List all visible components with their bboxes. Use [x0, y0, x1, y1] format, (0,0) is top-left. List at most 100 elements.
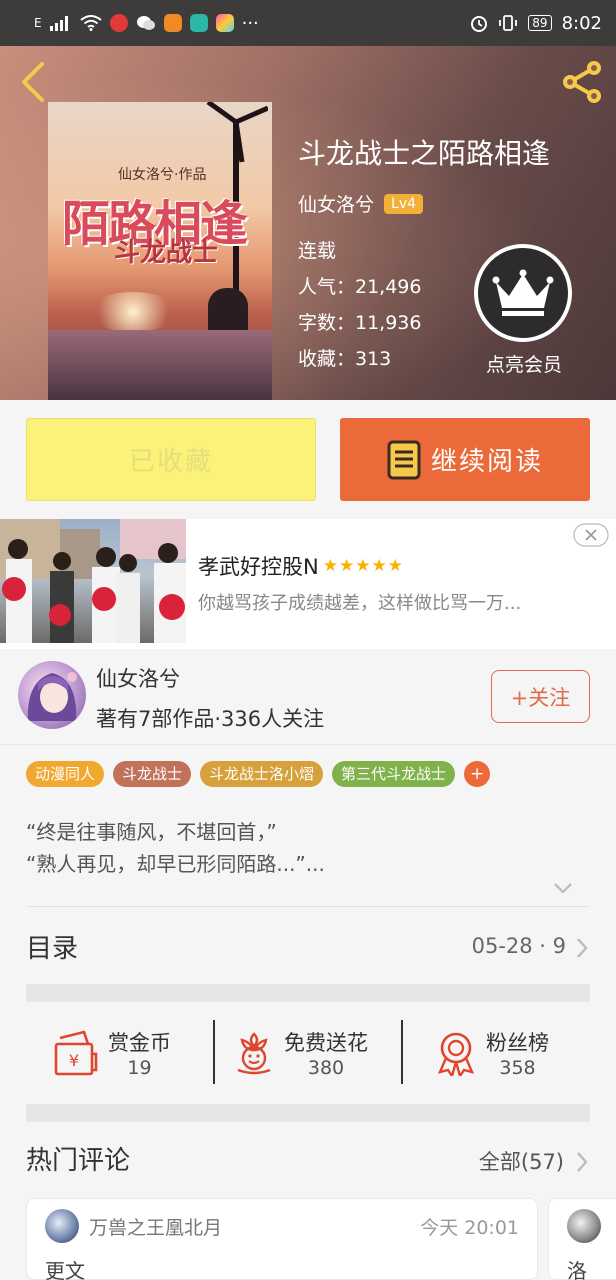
- tag-chip[interactable]: 动漫同人: [26, 761, 105, 787]
- chevron-down-icon: [554, 883, 572, 894]
- ad-image[interactable]: [0, 519, 186, 643]
- tag-list: 动漫同人 斗龙战士 斗龙战士洛小熠 第三代斗龙战士 +: [26, 761, 491, 787]
- book-popularity: 人气：21,496: [298, 276, 422, 298]
- coin-envelope-icon: ¥: [54, 1030, 98, 1076]
- reward-label: 免费送花: [284, 1031, 368, 1055]
- status-bar-right: 89 8:02: [470, 13, 602, 34]
- tag-chip[interactable]: 斗龙战士洛小熠: [200, 761, 324, 787]
- author-card-name[interactable]: 仙女洛兮: [96, 663, 180, 693]
- reward-fans-button[interactable]: 粉丝榜 358: [434, 1006, 590, 1100]
- intro-line: “终是往事随风，不堪回首，”: [26, 820, 277, 844]
- intro-line: “熟人再见，却早已形同陌路...”...: [26, 852, 325, 876]
- status-bar-left: E ···: [34, 13, 470, 34]
- svg-text:¥: ¥: [69, 1051, 79, 1070]
- comment-text: 洛: [567, 1259, 587, 1280]
- toc-title: 目录: [26, 934, 79, 964]
- vip-label[interactable]: 点亮会员: [468, 350, 580, 377]
- author-card-stats: 著有7部作品·336人关注: [96, 707, 325, 731]
- close-icon: [573, 523, 609, 547]
- comment-avatar[interactable]: [45, 1209, 79, 1243]
- cover-water: [48, 330, 272, 400]
- continue-reading-label: 继续阅读: [430, 447, 543, 477]
- ad-rating-stars: ★★★★★: [322, 556, 404, 576]
- vip-button[interactable]: [474, 244, 572, 342]
- share-button[interactable]: [558, 58, 606, 106]
- ad-photo-illustration: [0, 519, 186, 643]
- more-notifications: ···: [241, 12, 259, 34]
- ad-banner[interactable]: 孝武好控股N ★★★★★ 你越骂孩子成绩越差，这样做比骂一万...: [0, 519, 616, 649]
- comment-avatar[interactable]: [567, 1209, 601, 1243]
- author-card: 仙女洛兮 著有7部作品·336人关注 +关注: [0, 651, 616, 745]
- cover-subtitle-text: 斗龙战士: [114, 238, 219, 268]
- cover-author-text: 仙女洛兮·作品: [118, 167, 207, 183]
- status-bar: E ··· 89 8:02: [0, 0, 616, 46]
- comment-text: 更文: [45, 1259, 85, 1280]
- flower-icon: [237, 1032, 271, 1075]
- wifi-icon: [79, 15, 102, 31]
- continue-reading-button[interactable]: 继续阅读: [340, 418, 590, 501]
- tag-chip[interactable]: 斗龙战士: [113, 761, 192, 787]
- ad-title: 孝武好控股N: [198, 555, 319, 579]
- reward-separator: [401, 1020, 403, 1084]
- author-avatar[interactable]: [18, 661, 86, 729]
- back-button[interactable]: [16, 60, 50, 104]
- reward-value: 19: [127, 1057, 152, 1079]
- reward-flower-button[interactable]: 免费送花 380: [232, 1006, 402, 1100]
- book-intro[interactable]: “终是往事随风，不堪回首，” “熟人再见，却早已形同陌路...”...: [26, 816, 325, 880]
- avatar-illustration: [27, 672, 77, 721]
- reward-bar: ¥ 赏金币 19 免费送花 380 粉丝榜 358: [26, 1006, 590, 1100]
- follow-button[interactable]: +关注: [491, 670, 590, 723]
- cell-signal-icon: [49, 16, 68, 31]
- reward-label: 粉丝榜: [486, 1031, 549, 1055]
- all-comments-link[interactable]: 全部(57): [479, 1146, 564, 1176]
- ad-title-row: 孝武好控股N ★★★★★: [198, 551, 404, 581]
- medal-icon: [437, 1032, 475, 1076]
- search-app-icon: [109, 14, 128, 32]
- share-icon: [563, 61, 601, 103]
- expand-intro-button[interactable]: [552, 880, 574, 899]
- hot-comments-title: 热门评论: [26, 1146, 131, 1176]
- book-icon: [387, 440, 421, 479]
- comment-user[interactable]: 万兽之王凰北月: [89, 1213, 222, 1240]
- clock: 8:02: [561, 12, 602, 34]
- reward-separator: [213, 1020, 215, 1084]
- battery-level: 89: [528, 15, 552, 31]
- tag-chip[interactable]: 第三代斗龙战士: [332, 761, 456, 787]
- book-header: 仙女洛兮·作品 陌路相逢 斗龙战士 斗龙战士之陌路相逢 仙女洛兮 Lv4 连载 …: [0, 46, 616, 400]
- hot-comments-header: 热门评论 全部(57): [26, 1140, 590, 1186]
- wechat-icon: [136, 16, 155, 30]
- ad-description: 你越骂孩子成绩越差，这样做比骂一万...: [198, 593, 522, 614]
- reward-label: 赏金币: [108, 1031, 171, 1055]
- action-bar: 已收藏 继续阅读: [0, 400, 616, 516]
- tag-more-button[interactable]: +: [464, 761, 491, 787]
- book-favorites: 收藏：313: [298, 348, 392, 370]
- favorited-button[interactable]: 已收藏: [26, 418, 316, 501]
- book-cover[interactable]: 仙女洛兮·作品 陌路相逢 斗龙战士: [48, 102, 272, 400]
- book-word-count: 字数：11,936: [298, 312, 422, 334]
- crown-icon: [492, 269, 554, 316]
- gallery-app-icon: [215, 14, 234, 32]
- cover-sun: [88, 292, 178, 332]
- game-app-icon: [189, 14, 208, 32]
- vibrate-icon: [499, 15, 518, 31]
- author-row: 仙女洛兮 Lv4: [298, 190, 424, 217]
- comment-time: 今天 20:01: [420, 1217, 519, 1239]
- book-status: 连载: [298, 240, 337, 262]
- chevron-left-icon: [22, 62, 44, 102]
- ad-close-button[interactable]: [573, 523, 609, 551]
- reward-value: 380: [307, 1057, 345, 1079]
- author-level-badge: Lv4: [384, 193, 424, 214]
- reward-coin-button[interactable]: ¥ 赏金币 19: [52, 1006, 232, 1100]
- book-title: 斗龙战士之陌路相逢: [298, 137, 551, 170]
- chevron-right-icon: [577, 938, 588, 958]
- divider: [26, 906, 590, 907]
- chevron-right-icon[interactable]: [574, 1150, 590, 1174]
- video-app-icon: [163, 14, 182, 32]
- book-author[interactable]: 仙女洛兮: [298, 190, 374, 217]
- reward-value: 358: [499, 1057, 536, 1079]
- comment-card[interactable]: 万兽之王凰北月 今天 20:01 更文: [26, 1198, 538, 1280]
- table-of-contents-row[interactable]: 目录 05-28 · 9: [26, 924, 590, 976]
- section-separator: [26, 984, 590, 1002]
- signal-indicator: E: [34, 16, 42, 30]
- comment-card[interactable]: 洛: [548, 1198, 616, 1280]
